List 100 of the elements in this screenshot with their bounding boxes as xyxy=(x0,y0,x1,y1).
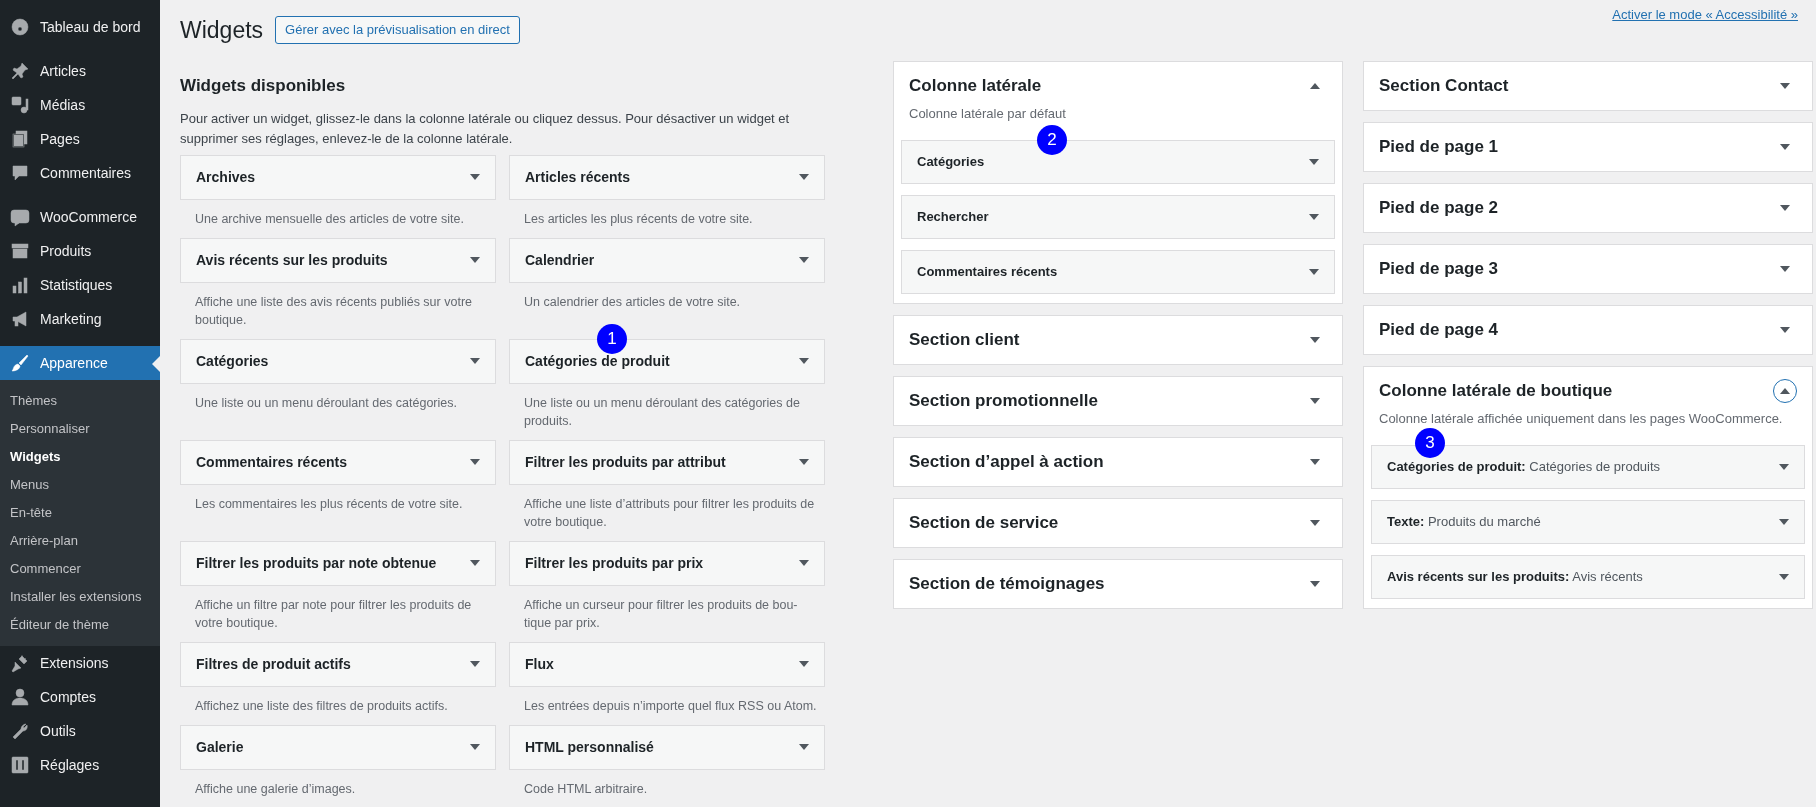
menu-item[interactable]: WooCommerce xyxy=(0,200,160,234)
widget-description: Affichez une liste des filtres de produits actifs. xyxy=(194,697,449,715)
submenu-item[interactable]: Éditeur de thème xyxy=(0,611,160,639)
widget-description: Code HTML arbitraire. xyxy=(523,780,649,798)
menu-item[interactable]: Articles xyxy=(0,54,160,88)
widget-bar[interactable]: Articles récents xyxy=(509,154,825,200)
submenu-item[interactable]: Widgets xyxy=(0,443,160,471)
widget-bar[interactable]: Filtrer les produits par attribut xyxy=(509,439,825,485)
widget-description: Une liste ou un menu déroulant des catégories de produits. xyxy=(523,394,801,430)
menu-item[interactable]: Comptes xyxy=(0,680,160,714)
widget-bar[interactable]: Commentaires récents xyxy=(901,249,1335,294)
menu-item[interactable]: Produits xyxy=(0,234,160,268)
widget-description: Affiche une liste des avis récents publiés sur votre boutique. xyxy=(194,293,473,329)
submenu-item[interactable]: Commencer xyxy=(0,555,160,583)
expand-arrow-icon xyxy=(470,661,480,667)
comment-icon xyxy=(10,163,30,183)
menu-item[interactable]: Marketing xyxy=(0,302,160,336)
widget-bar[interactable]: Archives xyxy=(180,154,496,200)
expand-arrow-icon xyxy=(1779,463,1789,470)
collapse-arrow-icon xyxy=(1780,388,1790,394)
widget-area-title[interactable]: Pied de page 3 xyxy=(1379,256,1499,282)
menu-item[interactable]: Réglages xyxy=(0,748,160,782)
widget-bar[interactable]: Rechercher xyxy=(901,194,1335,239)
brush-icon xyxy=(10,353,30,373)
expand-arrow-icon xyxy=(799,744,809,750)
pin-icon xyxy=(10,61,30,81)
menu-item[interactable]: Tableau de bord xyxy=(0,10,160,44)
widget-description: Un calendrier des articles de votre site. xyxy=(523,293,742,311)
submenu-item[interactable]: En-tête xyxy=(0,499,160,527)
widget-description: Affiche une galerie d’images. xyxy=(194,780,357,798)
widget-area-title[interactable]: Section de témoignages xyxy=(909,570,1105,597)
widget-area-title[interactable]: Pied de page 4 xyxy=(1379,317,1499,343)
widget-description: Les entrées depuis n’importe quel flux RSS ou Atom. xyxy=(523,697,818,715)
menu-item[interactable]: Médias xyxy=(0,88,160,122)
archive-box-icon xyxy=(10,241,30,261)
widget-description: Une liste ou un menu déroulant des catégories. xyxy=(194,394,458,412)
widget-bar[interactable]: Galerie xyxy=(180,724,496,770)
widget-bar[interactable]: Filtrer les produits par prix xyxy=(509,540,825,586)
submenu-item[interactable]: Arrière-plan xyxy=(0,527,160,555)
expand-arrow-icon xyxy=(799,358,809,364)
intro-text: Pour activer un widget, glissez-le dans la colonne latérale ou cliquez dessus. Pour désactiver un widget et supprimer ses réglages, enlevez-le de la colonne latérale. xyxy=(180,109,791,148)
submenu-item[interactable]: Menus xyxy=(0,471,160,499)
expand-arrow-icon xyxy=(1309,213,1319,220)
menu-item[interactable]: Extensions xyxy=(0,646,160,680)
expand-arrow-icon xyxy=(799,459,809,465)
widget-bar[interactable]: Filtres de produit actifs xyxy=(180,641,496,687)
megaphone-icon xyxy=(10,309,30,329)
bar-chart-icon xyxy=(10,275,30,295)
widget-area-title[interactable]: Colonne latérale xyxy=(909,73,1042,99)
widget-description: Affiche une liste d’attributs pour filtrer les produits de votre boutique. xyxy=(523,495,816,531)
widget-description: Les commentaires les plus récents de votre site. xyxy=(194,495,464,513)
live-preview-button[interactable]: Gérer avec la prévisualisation en direct xyxy=(275,16,520,44)
widget-bar[interactable]: Filtrer les produits par note obtenue xyxy=(180,540,496,586)
menu-item[interactable]: Outils xyxy=(0,714,160,748)
menu-item[interactable]: Apparence xyxy=(0,346,160,380)
submenu-item[interactable]: Personnaliser xyxy=(0,415,160,443)
widget-bar[interactable]: Texte: Produits du marché xyxy=(1371,499,1805,544)
expand-arrow-icon xyxy=(799,257,809,263)
widget-bar[interactable]: Avis récents sur les produits: Avis récents xyxy=(1371,554,1805,599)
section-heading: Widgets disponibles xyxy=(180,75,347,97)
widget-description: Affiche un curseur pour filtrer les produits de bou-tique par prix. xyxy=(523,596,799,632)
expand-arrow-icon xyxy=(470,459,480,465)
wrench-icon xyxy=(10,721,30,741)
submenu-item[interactable]: Thèmes xyxy=(0,387,160,415)
widget-area-title[interactable]: Section Contact xyxy=(1379,73,1509,99)
widget-bar[interactable]: Avis récents sur les produits xyxy=(180,237,496,283)
accessibility-link[interactable]: Activer le mode « Accessibilité » xyxy=(1612,5,1798,25)
expand-arrow-icon xyxy=(799,661,809,667)
widget-area-title[interactable]: Section client xyxy=(909,326,1020,353)
widget-bar[interactable]: HTML personnalisé xyxy=(509,724,825,770)
user-icon xyxy=(10,687,30,707)
widget-title: Catégories de produit: Catégories de produits xyxy=(1387,457,1661,476)
widget-title: Rechercher xyxy=(917,207,989,226)
widget-bar[interactable]: Catégories xyxy=(180,338,496,384)
sliders-icon xyxy=(10,755,30,775)
expand-arrow-icon xyxy=(799,560,809,566)
page-title: Widgets xyxy=(180,16,264,45)
widget-area-title[interactable]: Colonne latérale de boutique xyxy=(1379,378,1613,404)
expand-arrow-icon xyxy=(470,560,480,566)
step-marker: 2 xyxy=(1037,124,1067,155)
widget-bar[interactable]: Flux xyxy=(509,641,825,687)
widget-area-title[interactable]: Section promotionnelle xyxy=(909,387,1098,414)
menu-item[interactable]: Pages xyxy=(0,122,160,156)
widget-title: Catégories xyxy=(917,152,985,171)
menu-item[interactable]: Commentaires xyxy=(0,156,160,190)
menu-item[interactable]: Statistiques xyxy=(0,268,160,302)
expand-arrow-icon xyxy=(470,257,480,263)
submenu-item[interactable]: Installer les extensions xyxy=(0,583,160,611)
expand-arrow-icon xyxy=(1309,158,1319,165)
widget-area-title[interactable]: Pied de page 2 xyxy=(1379,195,1499,221)
area-description: Colonne latérale affichée uniquement dans les pages WooCommerce. xyxy=(1378,410,1784,428)
widget-area-title[interactable]: Section d’appel à action xyxy=(909,448,1104,475)
expand-arrow-icon xyxy=(1779,573,1789,580)
widget-area-title[interactable]: Pied de page 1 xyxy=(1379,134,1499,160)
widget-bar[interactable]: Commentaires récents xyxy=(180,439,496,485)
widget-bar[interactable]: Calendrier xyxy=(509,237,825,283)
widget-area-title[interactable]: Section de service xyxy=(909,509,1059,536)
widget-description: Affiche un filtre par note pour filtrer les produits de votre boutique. xyxy=(194,596,473,632)
expand-arrow-icon xyxy=(470,744,480,750)
expand-arrow-icon xyxy=(799,174,809,180)
